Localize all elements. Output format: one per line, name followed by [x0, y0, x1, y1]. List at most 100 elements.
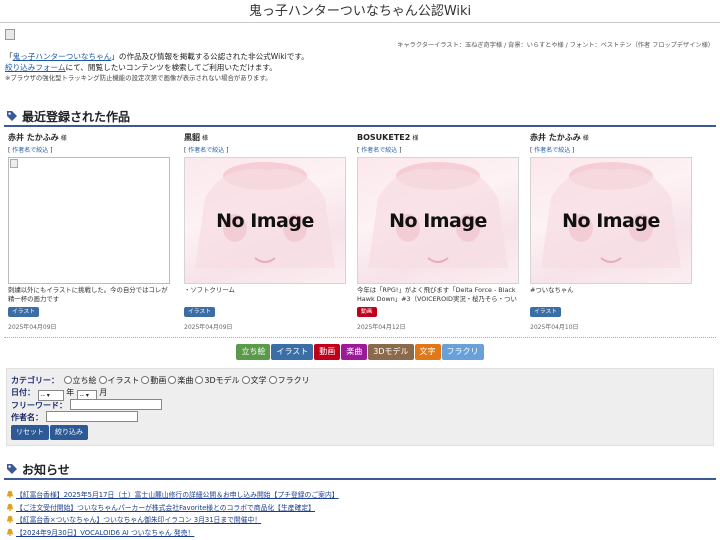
work-description: #ついなちゃん — [530, 286, 574, 294]
work-thumbnail[interactable]: No Image — [184, 157, 346, 284]
category-buttons: 立ち絵 イラスト 動画 楽曲 3Dモデル 文字 フラクリ — [0, 344, 720, 361]
broken-image-icon — [10, 159, 18, 168]
category-radio[interactable] — [98, 376, 107, 384]
author-filter-link[interactable]: 作者名で絞込 — [12, 147, 48, 154]
filter-button[interactable]: 絞り込み — [50, 425, 88, 440]
keyword-row: フリーワード： — [11, 399, 162, 411]
category-button[interactable]: 楽曲 — [341, 344, 368, 360]
work-description: 今年は「RPG!」がよく飛びます「Delta Force - Black Haw… — [357, 286, 517, 303]
work-author: 赤井 たかふみ様 — [8, 133, 67, 142]
intro: 「鬼っ子ハンターついなちゃん」の作品及び情報を掲載する公認された非公式Wikiで… — [5, 51, 720, 83]
author-filter: [ 作者名で絞込 ] — [8, 147, 53, 154]
author-input[interactable] — [45, 411, 138, 422]
work-card: 赤井 たかふみ様 [ 作者名で絞込 ] 刺繍以外にもイラストに挑戦した。今の自分… — [8, 132, 170, 331]
category-button[interactable]: フラクリ — [441, 344, 484, 360]
news-link[interactable]: 【2024年9月30日】VOCALOID6 AI ついなちゃん 発売！ — [16, 529, 194, 537]
author-filter: [ 作者名で絞込 ] — [184, 147, 229, 154]
news-title: お知らせ — [22, 463, 70, 477]
character-link[interactable]: 鬼っ子ハンターついなちゃん — [13, 52, 112, 61]
category-radio-label: 立ち絵 — [72, 376, 97, 385]
keyword-input[interactable] — [69, 399, 162, 410]
work-category-badge[interactable]: イラスト — [530, 307, 562, 317]
filter-form-link[interactable]: 絞り込みフォーム — [5, 63, 66, 72]
work-author: BOSUKETE2 様 — [357, 133, 419, 142]
category-radio[interactable] — [268, 376, 277, 384]
category-button[interactable]: 文字 — [414, 344, 441, 360]
news-item: 【紅富台香様】2025年5月17日（土）富士山麓山修行の詳細公開＆お申し込み開始… — [6, 489, 606, 502]
category-button[interactable]: イラスト — [271, 344, 314, 360]
author-filter-link[interactable]: 作者名で絞込 — [534, 147, 570, 154]
work-card: 黒貂様 [ 作者名で絞込 ] No Image ・ソフトクリーム イラスト 20… — [184, 132, 346, 331]
work-category-badge[interactable]: イラスト — [184, 307, 216, 317]
work-description: ・ソフトクリーム — [184, 286, 235, 294]
work-card: 赤井 たかふみ様 [ 作者名で絞込 ] No Image #ついなちゃん イラス… — [530, 132, 692, 331]
category-label: カテゴリー： — [11, 376, 59, 385]
divider — [4, 337, 716, 338]
author-filter-link[interactable]: 作者名で絞込 — [361, 147, 397, 154]
work-card: BOSUKETE2 様 [ 作者名で絞込 ] No Image 今年は「RPG!」… — [357, 132, 519, 331]
news-list: 【紅富台香様】2025年5月17日（土）富士山麓山修行の詳細公開＆お申し込み開始… — [6, 489, 606, 539]
category-radio[interactable] — [195, 376, 204, 384]
recent-works-title: 最近登録された作品 — [22, 110, 131, 124]
top-area: キャラクターイラスト：玉ねぎ奇字様 / 背景：いらすとや様 / フォント：ペスト… — [0, 23, 720, 51]
news-link[interactable]: 【紅富台香様】2025年5月17日（土）富士山麓山修行の詳細公開＆お申し込み開始… — [16, 491, 339, 499]
bell-icon — [6, 490, 14, 498]
tag-icon — [7, 111, 17, 121]
author-row: 作者名： — [11, 411, 138, 423]
work-thumbnail[interactable] — [8, 157, 170, 284]
no-image-label: No Image — [562, 210, 660, 232]
date-label: 日付： — [11, 388, 35, 397]
tag-icon — [7, 464, 17, 474]
category-radio[interactable] — [241, 376, 250, 384]
site-header: 鬼っ子ハンターついなちゃん公認Wiki — [0, 0, 720, 23]
bell-icon — [6, 503, 14, 511]
recent-works-heading: 最近登録された作品 — [4, 107, 716, 127]
category-radio-label: 文学 — [250, 376, 267, 385]
work-date: 2025年04月12日 — [357, 324, 406, 331]
credit-text: キャラクターイラスト：玉ねぎ奇字様 / 背景：いらすとや様 / フォント：ペスト… — [397, 42, 714, 49]
no-image-label: No Image — [216, 210, 314, 232]
site-title[interactable]: 鬼っ子ハンターついなちゃん公認Wiki — [249, 4, 471, 19]
work-category-badge[interactable]: 動画 — [357, 307, 377, 317]
category-button[interactable]: 動画 — [314, 344, 341, 360]
category-radio[interactable] — [168, 376, 177, 384]
author-filter: [ 作者名で絞込 ] — [530, 147, 575, 154]
work-author: 黒貂様 — [184, 133, 209, 142]
no-image-label: No Image — [389, 210, 487, 232]
author-filter-link[interactable]: 作者名で絞込 — [188, 147, 224, 154]
work-date: 2025年04月09日 — [8, 324, 57, 331]
work-date: 2025年04月10日 — [530, 324, 579, 331]
work-description: 刺繍以外にもイラストに挑戦した。今の自分ではコレが精一杯の画力です — [8, 286, 168, 303]
news-item: 【ご注文受付開始】ついなちゃんパーカーが株式会社Favorite様とのコラボで商… — [6, 502, 606, 515]
news-heading: お知らせ — [4, 460, 716, 480]
intro-line-2: 絞り込みフォームにて、閲覧したいコンテンツを検索してご利用いただけます。 — [5, 63, 277, 72]
author-filter: [ 作者名で絞込 ] — [357, 147, 402, 154]
news-item: 【2024年9月30日】VOCALOID6 AI ついなちゃん 発売！ — [6, 527, 606, 540]
keyword-label: フリーワード： — [11, 401, 67, 410]
category-radio[interactable] — [141, 376, 150, 384]
category-radio-label: 3Dモデル — [204, 376, 240, 385]
search-form: カテゴリー： 立ち絵 イラスト 動画 楽曲 3Dモデル 文学 フラクリ 日付： -- ▾ 年… — [6, 368, 714, 446]
work-date: 2025年04月09日 — [184, 324, 233, 331]
recent-works-list: 赤井 たかふみ様 [ 作者名で絞込 ] 刺繍以外にもイラストに挑戦した。今の自分… — [8, 132, 714, 337]
category-button[interactable]: 3Dモデル — [368, 344, 414, 360]
category-radio-label: 楽曲 — [177, 376, 194, 385]
bell-icon — [6, 515, 14, 523]
category-radio-label: フラクリ — [277, 376, 310, 385]
category-radio[interactable] — [63, 376, 72, 384]
year-unit: 年 — [66, 388, 75, 397]
news-link[interactable]: 【ご注文受付開始】ついなちゃんパーカーが株式会社Favorite様とのコラボで商… — [16, 504, 315, 512]
work-author: 赤井 たかふみ様 — [530, 133, 589, 142]
work-category-badge[interactable]: イラスト — [8, 307, 40, 317]
reset-button[interactable]: リセット — [11, 425, 49, 440]
bell-icon — [6, 528, 14, 536]
author-label: 作者名： — [11, 413, 43, 422]
work-thumbnail[interactable]: No Image — [530, 157, 692, 284]
news-link[interactable]: 【紅富台香×ついなちゃん】ついなちゃん御朱印イラコン 3月31日まで開催中！ — [16, 516, 261, 524]
category-row: カテゴリー： 立ち絵 イラスト 動画 楽曲 3Dモデル 文学 フラクリ — [11, 375, 310, 386]
category-radio-label: イラスト — [107, 376, 140, 385]
month-unit: 月 — [99, 388, 108, 397]
intro-line-1: 「鬼っ子ハンターついなちゃん」の作品及び情報を掲載する公認された非公式Wikiで… — [5, 52, 309, 61]
work-thumbnail[interactable]: No Image — [357, 157, 519, 284]
category-button[interactable]: 立ち絵 — [236, 344, 271, 360]
